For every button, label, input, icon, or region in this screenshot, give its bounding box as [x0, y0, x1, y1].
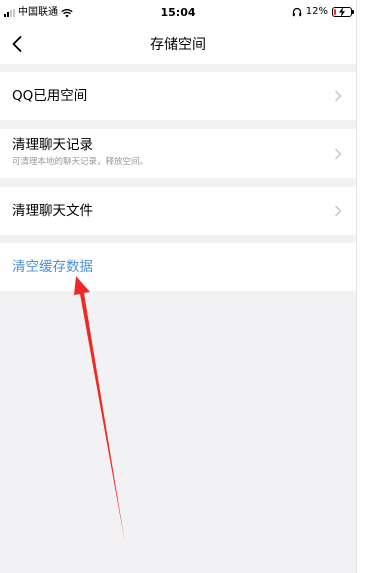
- clear-cache-button[interactable]: 清空缓存数据: [0, 243, 356, 291]
- navigation-bar: 存储空间: [0, 26, 356, 64]
- chevron-right-icon: [335, 148, 342, 160]
- status-right: 12%: [292, 6, 354, 17]
- status-bar: 中国联通 15:04 12%: [0, 0, 356, 26]
- row-title: 清理聊天文件: [12, 203, 93, 219]
- row-title: 清理聊天记录: [12, 137, 93, 153]
- row-qq-used-space[interactable]: QQ已用空间: [0, 72, 356, 120]
- battery-icon: [332, 6, 354, 17]
- row-title: QQ已用空间: [12, 88, 88, 104]
- chevron-right-icon: [335, 90, 342, 102]
- battery-percent: 12%: [305, 6, 328, 17]
- page-title: 存储空间: [150, 37, 206, 53]
- right-edge: [357, 0, 368, 573]
- screen: 中国联通 15:04 12% 存储空间 QQ已用空间 清理聊天记录 可清理本地的…: [0, 0, 357, 573]
- battery-level: [334, 8, 336, 15]
- headphone-icon: [292, 7, 301, 16]
- row-clear-chat-history[interactable]: 清理聊天记录 可清理本地的聊天记录，释放空间。: [0, 129, 356, 178]
- charging-bolt-icon: [339, 6, 345, 17]
- row-clear-chat-files[interactable]: 清理聊天文件: [0, 187, 356, 235]
- chevron-right-icon: [335, 205, 342, 217]
- row-title: 清空缓存数据: [12, 259, 93, 275]
- row-subtitle: 可清理本地的聊天记录，释放空间。: [12, 157, 149, 167]
